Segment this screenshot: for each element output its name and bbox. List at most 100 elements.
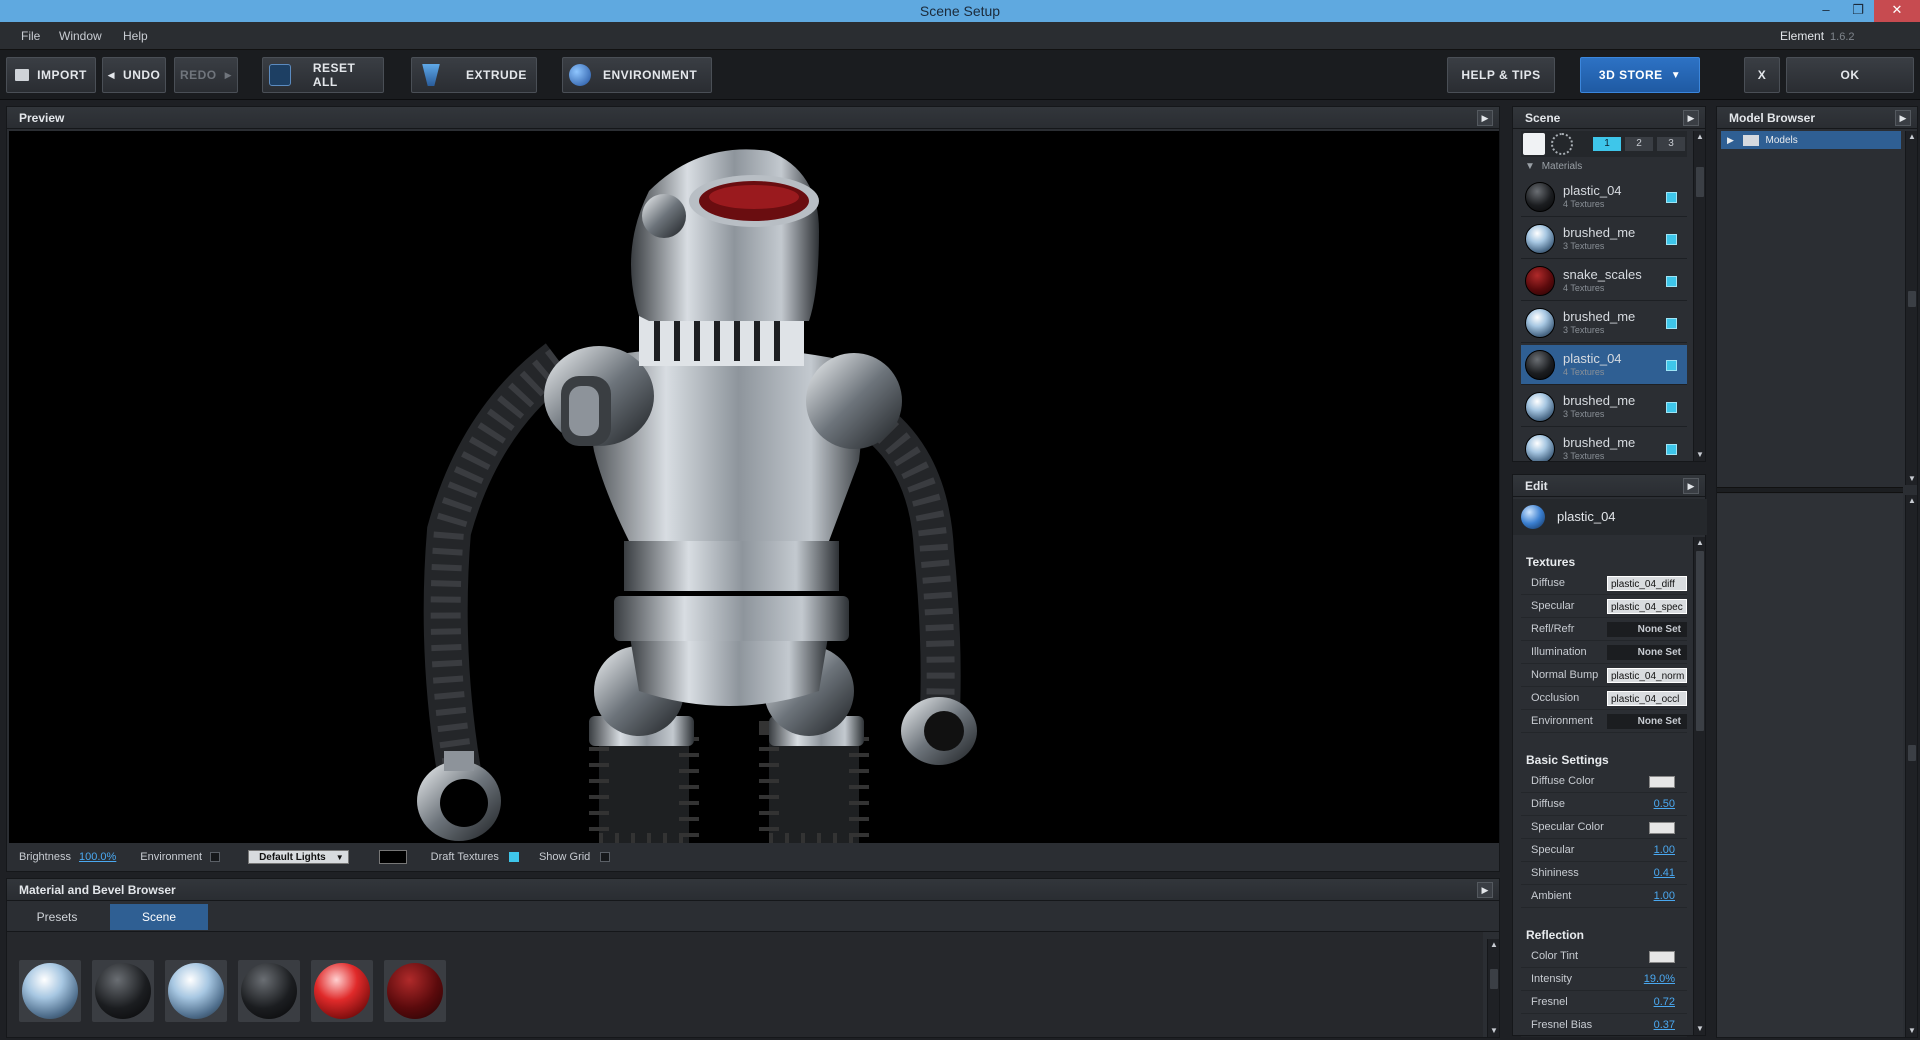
environment-checkbox[interactable] bbox=[210, 852, 221, 862]
draft-textures-checkbox[interactable] bbox=[508, 852, 519, 862]
redo-button[interactable]: REDO ▶ bbox=[174, 57, 238, 93]
layer-1-button[interactable]: 1 bbox=[1593, 137, 1621, 151]
model-tree-scrollbar[interactable]: ▲ ▼ bbox=[1905, 131, 1917, 485]
material-ball-icon bbox=[1525, 224, 1555, 254]
material-row[interactable]: brushed_me 3 Textures bbox=[1521, 303, 1687, 343]
material-row[interactable]: snake_scales 4 Textures bbox=[1521, 261, 1687, 301]
texture-slot[interactable]: plastic_04_occl bbox=[1607, 691, 1687, 706]
materials-section-header[interactable]: ▼ Materials bbox=[1521, 159, 1687, 175]
material-visible-checkbox[interactable] bbox=[1666, 276, 1677, 287]
help-tips-button[interactable]: HELP & TIPS bbox=[1447, 57, 1555, 93]
toolbar: IMPORT ◀ UNDO REDO ▶ RESET ALL EXTRUDE E… bbox=[0, 50, 1920, 100]
texture-slot[interactable]: plastic_04_spec bbox=[1607, 599, 1687, 614]
cancel-button[interactable]: X bbox=[1744, 57, 1780, 93]
scroll-thumb[interactable] bbox=[1696, 551, 1704, 731]
background-color-swatch[interactable] bbox=[378, 850, 407, 864]
material-visible-checkbox[interactable] bbox=[1666, 444, 1677, 455]
panel-expand-icon[interactable]: ▶ bbox=[1477, 110, 1493, 126]
texture-slot[interactable]: None Set bbox=[1607, 714, 1687, 729]
texture-slot[interactable]: None Set bbox=[1607, 645, 1687, 660]
scroll-down-icon[interactable]: ▼ bbox=[1695, 1023, 1705, 1035]
color-swatch[interactable] bbox=[1649, 822, 1675, 834]
scroll-up-icon[interactable]: ▲ bbox=[1489, 939, 1499, 951]
ok-button[interactable]: OK bbox=[1786, 57, 1914, 93]
material-thumb[interactable] bbox=[19, 960, 81, 1022]
layer-2-button[interactable]: 2 bbox=[1625, 137, 1653, 151]
panel-expand-icon[interactable]: ▶ bbox=[1683, 478, 1699, 494]
material-visible-checkbox[interactable] bbox=[1666, 318, 1677, 329]
extrude-button[interactable]: EXTRUDE bbox=[411, 57, 537, 93]
color-swatch[interactable] bbox=[1649, 951, 1675, 963]
3d-store-button[interactable]: 3D STORE ▼ bbox=[1580, 57, 1700, 93]
scroll-down-icon[interactable]: ▼ bbox=[1907, 473, 1917, 485]
chrome-ball-icon bbox=[168, 963, 224, 1019]
scroll-down-icon[interactable]: ▼ bbox=[1695, 449, 1705, 461]
light-icon[interactable] bbox=[1523, 133, 1545, 155]
color-swatch[interactable] bbox=[1649, 776, 1675, 788]
scroll-thumb[interactable] bbox=[1908, 745, 1916, 761]
reset-all-button[interactable]: RESET ALL bbox=[262, 57, 384, 93]
texture-slot[interactable]: plastic_04_diff bbox=[1607, 576, 1687, 591]
property-value[interactable]: 19.0% bbox=[1644, 973, 1675, 985]
brightness-value[interactable]: 100.0% bbox=[79, 851, 116, 863]
material-row[interactable]: plastic_04 4 Textures bbox=[1521, 177, 1687, 217]
browser-scrollbar[interactable]: ▲ ▼ bbox=[1487, 939, 1499, 1037]
scroll-up-icon[interactable]: ▲ bbox=[1695, 537, 1705, 549]
property-value[interactable]: 0.37 bbox=[1654, 1019, 1675, 1031]
undo-button[interactable]: ◀ UNDO bbox=[102, 57, 166, 93]
import-button[interactable]: IMPORT bbox=[6, 57, 96, 93]
panel-expand-icon[interactable]: ▶ bbox=[1683, 110, 1699, 126]
material-thumb[interactable] bbox=[238, 960, 300, 1022]
show-grid-checkbox[interactable] bbox=[600, 852, 611, 862]
3d-viewport[interactable] bbox=[9, 131, 1499, 843]
material-row[interactable]: brushed_me 3 Textures bbox=[1521, 429, 1687, 461]
tree-item-models[interactable]: ▶ Models bbox=[1721, 131, 1901, 149]
restore-icon[interactable]: ❐ bbox=[1842, 0, 1874, 22]
material-visible-checkbox[interactable] bbox=[1666, 234, 1677, 245]
edit-scrollbar[interactable]: ▲ ▼ bbox=[1693, 537, 1705, 1035]
panel-expand-icon[interactable]: ▶ bbox=[1895, 110, 1911, 126]
material-visible-checkbox[interactable] bbox=[1666, 192, 1677, 203]
material-row[interactable]: brushed_me 3 Textures bbox=[1521, 219, 1687, 259]
environment-button[interactable]: ENVIRONMENT bbox=[562, 57, 712, 93]
material-thumb[interactable] bbox=[311, 960, 373, 1022]
material-row[interactable]: plastic_04 4 Textures bbox=[1521, 345, 1687, 385]
scroll-thumb[interactable] bbox=[1490, 969, 1498, 989]
scroll-up-icon[interactable]: ▲ bbox=[1907, 495, 1917, 507]
model-preview-scrollbar[interactable]: ▲ ▼ bbox=[1905, 495, 1917, 1037]
material-thumb[interactable] bbox=[92, 960, 154, 1022]
scroll-thumb[interactable] bbox=[1908, 291, 1916, 307]
material-visible-checkbox[interactable] bbox=[1666, 402, 1677, 413]
property-row: Illumination None Set bbox=[1521, 642, 1687, 664]
property-value[interactable]: 1.00 bbox=[1654, 890, 1675, 902]
material-thumb[interactable] bbox=[384, 960, 446, 1022]
texture-slot[interactable]: None Set bbox=[1607, 622, 1687, 637]
property-value[interactable]: 0.72 bbox=[1654, 996, 1675, 1008]
close-icon[interactable]: ✕ bbox=[1874, 0, 1920, 22]
menu-file[interactable]: File bbox=[21, 22, 40, 50]
lights-select[interactable]: Default Lights ▼ bbox=[248, 850, 349, 864]
property-value[interactable]: 1.00 bbox=[1654, 844, 1675, 856]
scroll-up-icon[interactable]: ▲ bbox=[1695, 131, 1705, 143]
layer-3-button[interactable]: 3 bbox=[1657, 137, 1685, 151]
scroll-up-icon[interactable]: ▲ bbox=[1907, 131, 1917, 143]
undo-label: UNDO bbox=[123, 68, 161, 82]
property-value[interactable]: 0.41 bbox=[1654, 867, 1675, 879]
property-value[interactable]: 0.50 bbox=[1654, 798, 1675, 810]
scroll-down-icon[interactable]: ▼ bbox=[1489, 1025, 1499, 1037]
panel-expand-icon[interactable]: ▶ bbox=[1477, 882, 1493, 898]
splitter[interactable] bbox=[1717, 487, 1903, 493]
material-thumb[interactable] bbox=[165, 960, 227, 1022]
scroll-thumb[interactable] bbox=[1696, 167, 1704, 197]
tab-scene[interactable]: Scene bbox=[110, 904, 208, 930]
menu-help[interactable]: Help bbox=[123, 22, 148, 50]
scene-scrollbar[interactable]: ▲ ▼ bbox=[1693, 131, 1705, 461]
minimize-icon[interactable]: – bbox=[1810, 0, 1842, 22]
texture-slot[interactable]: plastic_04_norm bbox=[1607, 668, 1687, 683]
tab-presets[interactable]: Presets bbox=[12, 904, 102, 930]
menu-window[interactable]: Window bbox=[59, 22, 102, 50]
gear-icon[interactable] bbox=[1551, 133, 1573, 155]
material-row[interactable]: brushed_me 3 Textures bbox=[1521, 387, 1687, 427]
material-visible-checkbox[interactable] bbox=[1666, 360, 1677, 371]
scroll-down-icon[interactable]: ▼ bbox=[1907, 1025, 1917, 1037]
